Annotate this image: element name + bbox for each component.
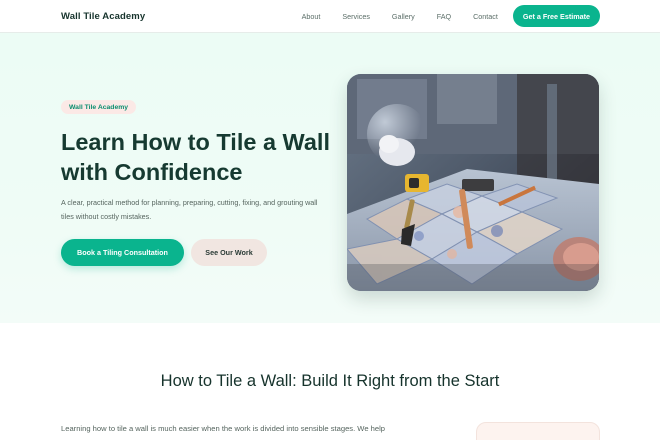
nav-link-services[interactable]: Services <box>342 12 370 21</box>
hero-image <box>347 74 599 291</box>
hero-title: Learn How to Tile a Wall with Confidence <box>61 129 330 185</box>
nav-links: About Services Gallery FAQ Contact Get a… <box>302 5 600 27</box>
book-consultation-button[interactable]: Book a Tiling Consultation <box>61 239 184 266</box>
nav-link-about[interactable]: About <box>302 12 321 21</box>
free-estimate-button[interactable]: Get a Free Estimate <box>512 5 600 27</box>
nav-link-contact[interactable]: Contact <box>473 12 498 21</box>
brand-logo-text[interactable]: Wall Tile Academy <box>61 11 145 22</box>
hero-description: A clear, practical method for planning, … <box>61 198 318 221</box>
see-our-work-button[interactable]: See Our Work <box>191 239 267 266</box>
nav-link-gallery[interactable]: Gallery <box>392 12 415 21</box>
hero-badge: Wall Tile Academy <box>61 100 137 114</box>
section-paragraph: Learning how to tile a wall is much easi… <box>61 424 386 433</box>
top-nav: Wall Tile Academy About Services Gallery… <box>0 0 660 33</box>
hero-section: Wall Tile Academy Learn How to Tile a Wa… <box>0 33 660 323</box>
nav-link-faq[interactable]: FAQ <box>437 12 451 21</box>
tiling-tools-photo <box>347 74 599 291</box>
section-title: How to Tile a Wall: Build It Right from … <box>160 372 500 390</box>
side-card <box>476 422 600 440</box>
